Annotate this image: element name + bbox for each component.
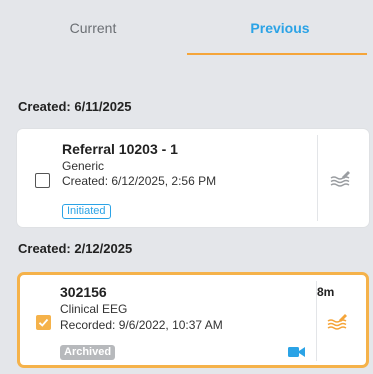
item-title: Referral 10203 - 1 xyxy=(62,141,178,157)
signal-waves-edit-icon[interactable] xyxy=(327,312,349,337)
tab-previous[interactable]: Previous xyxy=(187,0,373,56)
item-detail: Created: 6/12/2025, 2:56 PM xyxy=(62,174,217,188)
group-header: Created: 2/12/2025 xyxy=(18,241,133,256)
status-badge: Archived xyxy=(60,345,116,360)
item-type: Clinical EEG xyxy=(60,302,128,316)
item-duration: 8m xyxy=(317,285,335,299)
item-type: Generic xyxy=(62,159,105,173)
tab-current[interactable]: Current xyxy=(0,0,186,56)
group-header: Created: 6/11/2025 xyxy=(18,99,132,114)
tab-bar: Current Previous xyxy=(0,0,373,56)
active-tab-indicator xyxy=(187,53,367,55)
video-camera-icon[interactable] xyxy=(288,345,305,363)
status-badge: Initiated xyxy=(62,204,111,219)
item-title: 302156 xyxy=(60,284,107,300)
item-checkbox-checked[interactable] xyxy=(36,315,51,330)
list-item-selected[interactable]: 302156 8m Clinical EEG Recorded: 9/6/202… xyxy=(17,272,369,368)
item-checkbox[interactable] xyxy=(35,173,50,188)
signal-waves-icon[interactable] xyxy=(330,169,352,194)
check-icon xyxy=(38,318,49,327)
item-detail: Recorded: 9/6/2022, 10:37 AM xyxy=(60,318,223,332)
list-item[interactable]: Referral 10203 - 1 Generic Created: 6/12… xyxy=(17,129,369,227)
divider xyxy=(316,281,317,361)
divider xyxy=(317,135,318,221)
